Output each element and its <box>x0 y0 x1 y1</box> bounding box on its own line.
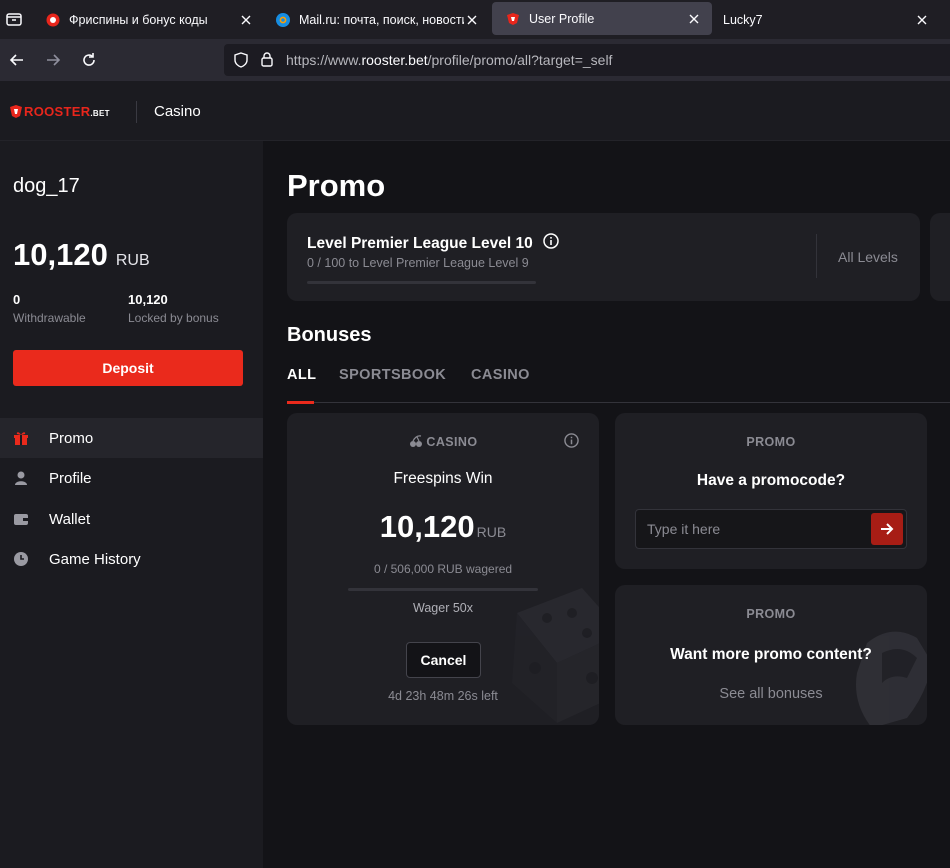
clock-icon <box>13 551 29 567</box>
promocode-field <box>635 509 907 549</box>
tab-title: Фриспины и бонус коды <box>69 12 208 27</box>
see-all-bonuses-link[interactable]: See all bonuses <box>615 686 927 702</box>
sidebar-item-label: Promo <box>49 429 94 447</box>
arrow-right-icon <box>881 523 894 535</box>
browser-tab[interactable]: Mail.ru: почта, поиск, новости, прогноз <box>262 0 490 39</box>
level-divider <box>816 234 817 278</box>
rooster-logo-icon <box>506 12 520 26</box>
site-header: ROOSTER.BET Casino <box>0 81 950 141</box>
withdrawable-stat: 0 Withdrawable <box>13 292 86 325</box>
active-tab-indicator <box>287 401 314 404</box>
bonuses-title: Bonuses <box>287 324 372 346</box>
header-casino-link[interactable]: Casino <box>154 103 201 120</box>
lock-icon[interactable] <box>260 51 274 72</box>
tab-title: Mail.ru: почта, поиск, новости, прогноз <box>299 12 464 27</box>
browser-tab-bar: Фриспины и бонус коды Mail.ru: почта, по… <box>0 0 950 39</box>
shield-icon[interactable] <box>233 52 249 73</box>
rooster-mascot-icon <box>856 631 927 725</box>
sidebar: dog_17 10,120 RUB 0 Withdrawable 10,120 … <box>0 141 263 868</box>
back-arrow-icon[interactable] <box>7 50 27 70</box>
close-icon[interactable] <box>914 12 930 28</box>
sidebar-item-label: Game History <box>49 550 141 568</box>
casino-chip-icon <box>46 13 60 27</box>
url-text[interactable]: https://www.rooster.bet/profile/promo/al… <box>286 52 612 68</box>
tab-list-icon[interactable] <box>4 9 24 29</box>
header-divider <box>136 101 137 123</box>
gift-icon <box>13 430 29 446</box>
main-content: Promo Level Premier League Level 10 0 / … <box>263 141 950 868</box>
bonus-type-tag: CASINO <box>287 435 599 449</box>
more-promo-title: Want more promo content? <box>670 646 872 663</box>
deposit-button[interactable]: Deposit <box>13 350 243 386</box>
address-bar[interactable]: https://www.rooster.bet/profile/promo/al… <box>224 44 950 76</box>
wager-multiplier: Wager 50x <box>413 601 473 615</box>
promocode-input[interactable] <box>636 510 866 548</box>
username: dog_17 <box>13 175 80 197</box>
bonus-tabs: ALL SPORTSBOOK CASINO <box>287 365 950 404</box>
browser-tab[interactable]: Lucky7 <box>709 0 950 39</box>
locked-by-bonus-stat: 10,120 Locked by bonus <box>128 292 219 325</box>
close-icon[interactable] <box>464 12 480 28</box>
level-title: Level Premier League Level 10 <box>307 233 559 254</box>
cancel-bonus-button[interactable]: Cancel <box>406 642 481 678</box>
promo-tag: PROMO <box>746 435 796 449</box>
level-progress-text: 0 / 100 to Level Premier League Level 9 <box>307 256 529 270</box>
level-card-next[interactable] <box>930 213 950 301</box>
sidebar-item-wallet[interactable]: Wallet <box>0 499 263 539</box>
all-levels-link[interactable]: All Levels <box>838 249 898 265</box>
more-promo-card: PROMO Want more promo content? See all b… <box>615 585 927 725</box>
sidebar-item-label: Wallet <box>49 510 91 528</box>
time-left: 4d 23h 48m 26s left <box>388 689 498 703</box>
promocode-card: PROMO Have a promocode? <box>615 413 927 569</box>
close-icon[interactable] <box>238 12 254 28</box>
cherry-icon <box>409 435 422 447</box>
browser-tab-active[interactable]: User Profile <box>492 2 712 35</box>
tab-title: Lucky7 <box>723 12 763 27</box>
browser-toolbar: https://www.rooster.bet/profile/promo/al… <box>0 39 950 81</box>
bonus-amount: 10,120 RUB <box>379 509 507 544</box>
bonus-card: CASINO Freespins Win 10,120 RUB 0 / 506,0… <box>287 413 599 725</box>
balance-amount: 10,120 <box>13 237 108 272</box>
close-icon[interactable] <box>686 11 702 27</box>
balance-currency: RUB <box>115 252 150 269</box>
forward-arrow-icon[interactable] <box>43 50 63 70</box>
rooster-bet-logo[interactable]: ROOSTER.BET <box>9 104 110 119</box>
level-card: Level Premier League Level 10 0 / 100 to… <box>287 213 920 301</box>
wallet-icon <box>13 511 29 527</box>
promo-tag: PROMO <box>746 607 796 621</box>
rooster-logo-icon <box>10 105 22 118</box>
reload-icon[interactable] <box>79 50 99 70</box>
page-title: Promo <box>287 168 386 203</box>
promocode-title: Have a promocode? <box>696 472 846 489</box>
sidebar-item-game-history[interactable]: Game History <box>0 539 263 579</box>
info-icon[interactable] <box>542 233 559 254</box>
tab-casino[interactable]: CASINO <box>471 367 530 383</box>
submit-promocode-button[interactable] <box>871 513 903 545</box>
wagered-text: 0 / 506,000 RUB wagered <box>373 562 513 576</box>
mail-at-icon <box>276 12 290 27</box>
browser-tab[interactable]: Фриспины и бонус коды <box>32 0 264 39</box>
info-icon[interactable] <box>564 433 579 453</box>
balance: 10,120 RUB <box>13 237 150 273</box>
level-progress-bar <box>307 281 536 284</box>
wager-progress-bar <box>348 588 538 591</box>
sidebar-item-profile[interactable]: Profile <box>0 458 263 498</box>
sidebar-item-label: Profile <box>49 469 92 487</box>
tab-title: User Profile <box>529 11 595 26</box>
user-icon <box>13 470 29 486</box>
tab-all[interactable]: ALL <box>287 367 316 383</box>
tab-sportsbook[interactable]: SPORTSBOOK <box>339 367 446 383</box>
bonus-name: Freespins Win <box>393 470 493 487</box>
sidebar-item-promo[interactable]: Promo <box>0 418 263 458</box>
